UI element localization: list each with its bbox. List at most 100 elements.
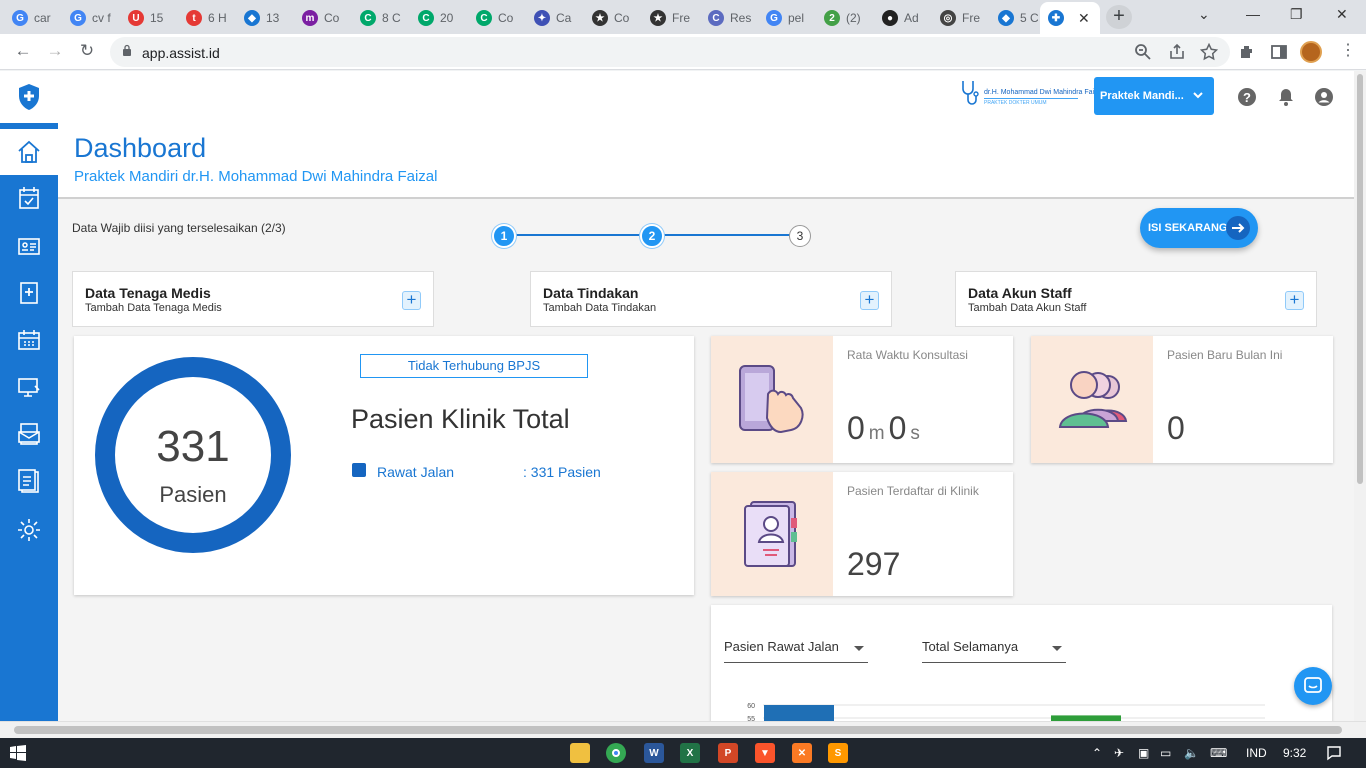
sidebar-item-medical-record[interactable]: [0, 270, 58, 316]
file-explorer-icon[interactable]: [570, 743, 590, 763]
gear-icon: [18, 519, 40, 541]
medical-record-icon: [20, 282, 38, 304]
chevron-down-icon: [1193, 92, 1203, 99]
bookmark-star-icon[interactable]: [1200, 43, 1218, 61]
task-card-staff-account: Data Akun Staff Tambah Data Akun Staff +: [955, 271, 1317, 327]
clinic-brand-name: dr.H. Mohammad Dwi Mahindra Faizal: [984, 89, 1104, 96]
patients-group-icon: [1058, 370, 1128, 428]
tab-search-icon[interactable]: ⌄: [1198, 6, 1210, 23]
powerpoint-icon[interactable]: P: [718, 743, 738, 763]
browser-tab[interactable]: t 6 H: [178, 4, 236, 32]
scrollbar-thumb[interactable]: [1357, 74, 1363, 484]
browser-tab[interactable]: C Co: [468, 4, 526, 32]
reload-button[interactable]: ↻: [76, 41, 98, 61]
sidebar-item-patients[interactable]: [0, 223, 58, 269]
add-procedure-button[interactable]: +: [860, 291, 879, 310]
sidebar-item-home[interactable]: [0, 129, 58, 175]
brave-icon[interactable]: ▼: [755, 743, 775, 763]
notifications-icon[interactable]: [1326, 745, 1342, 761]
address-bar[interactable]: app.assist.id: [110, 37, 1230, 67]
tab-favicon-icon: ★: [650, 10, 666, 26]
windows-start-icon[interactable]: [10, 745, 26, 761]
tab-favicon-icon: ◆: [998, 10, 1014, 26]
browser-tab[interactable]: 2 (2): [816, 4, 874, 32]
word-icon[interactable]: W: [644, 743, 664, 763]
app-logo[interactable]: [0, 71, 58, 123]
zoom-icon[interactable]: [1134, 43, 1152, 61]
sidebar-item-reports[interactable]: [0, 458, 58, 504]
browser-tab[interactable]: ◆ 5 C: [990, 4, 1038, 32]
browser-tab[interactable]: Gcar: [4, 4, 62, 32]
tab-label: 6 H: [208, 11, 227, 25]
volume-icon[interactable]: 🔈: [1184, 746, 1199, 760]
patient-type-select[interactable]: Pasien Rawat Jalan: [724, 639, 868, 663]
browser-tab[interactable]: ◆ 13: [236, 4, 294, 32]
tab-label: car: [34, 11, 51, 25]
practice-selector[interactable]: Praktek Mandi...: [1094, 77, 1214, 115]
tab-active[interactable]: ✚ ✕: [1040, 2, 1100, 34]
browser-tab[interactable]: C 8 C: [352, 4, 410, 32]
browser-tab[interactable]: m Co: [294, 4, 352, 32]
forward-button[interactable]: →: [44, 41, 66, 61]
browser-tab[interactable]: U 15: [120, 4, 178, 32]
clinic-brand-tagline: PRAKTEK DOKTER UMUM: [984, 100, 1047, 106]
network-icon[interactable]: ▭: [1160, 746, 1171, 760]
tab-label: Fre: [962, 11, 980, 25]
stat-image: [711, 472, 833, 596]
close-window-button[interactable]: ✕: [1336, 6, 1348, 23]
fill-now-button[interactable]: ISI SEKARANG: [1140, 208, 1258, 248]
tray-chevron-icon[interactable]: ⌃: [1092, 746, 1102, 760]
chrome-menu-icon[interactable]: ⋮: [1340, 40, 1356, 60]
page-title: Dashboard: [74, 133, 207, 163]
profile-avatar[interactable]: [1300, 41, 1322, 63]
browser-tab[interactable]: C Res: [700, 4, 758, 32]
add-medical-staff-button[interactable]: +: [402, 291, 421, 310]
airplane-mode-icon[interactable]: ✈: [1114, 746, 1124, 760]
browser-tab[interactable]: ★ Co: [584, 4, 642, 32]
account-icon[interactable]: [1314, 87, 1334, 107]
sidebar-item-monitor[interactable]: [0, 364, 58, 410]
browser-tab[interactable]: ◎ Fre: [932, 4, 990, 32]
horizontal-scrollbar[interactable]: [0, 721, 1366, 738]
extensions-icon[interactable]: [1238, 43, 1256, 61]
notification-bell-icon[interactable]: [1276, 87, 1296, 107]
side-panel-icon[interactable]: [1270, 43, 1288, 61]
tab-label: Co: [324, 11, 340, 25]
tab-label: cv f: [92, 11, 111, 25]
language-indicator[interactable]: IND: [1246, 746, 1267, 760]
close-tab-icon[interactable]: ✕: [1078, 10, 1090, 27]
sidebar-item-calendar[interactable]: [0, 175, 58, 221]
scrollbar-thumb[interactable]: [14, 726, 1342, 734]
new-tab-button[interactable]: +: [1106, 5, 1132, 29]
sublime-icon[interactable]: S: [828, 743, 848, 763]
tab-label: pel: [788, 11, 805, 25]
clock[interactable]: 9:32: [1283, 746, 1306, 760]
keyboard-icon[interactable]: ⌨: [1210, 746, 1227, 760]
brand-divider: [984, 98, 1078, 99]
add-staff-account-button[interactable]: +: [1285, 291, 1304, 310]
sidebar-item-settings[interactable]: [0, 507, 58, 553]
browser-tab[interactable]: ✦ Ca: [526, 4, 584, 32]
browser-tab[interactable]: ★ Fre: [642, 4, 700, 32]
back-button[interactable]: ←: [12, 41, 34, 61]
sidebar-item-schedule[interactable]: [0, 317, 58, 363]
xampp-icon[interactable]: ✕: [792, 743, 812, 763]
period-select[interactable]: Total Selamanya: [922, 639, 1066, 663]
browser-tab[interactable]: Gpel: [758, 4, 816, 32]
tab-favicon-icon: C: [708, 10, 724, 26]
chat-support-button[interactable]: [1294, 667, 1332, 705]
share-icon[interactable]: [1168, 43, 1186, 61]
bpjs-status-button[interactable]: Tidak Terhubung BPJS: [360, 354, 588, 378]
browser-tab[interactable]: C 20: [410, 4, 468, 32]
sidebar-item-messages[interactable]: [0, 411, 58, 457]
maximize-button[interactable]: ❐: [1290, 6, 1303, 23]
browser-tab[interactable]: Gcv f: [62, 4, 120, 32]
meet-icon[interactable]: ▣: [1138, 746, 1149, 760]
excel-icon[interactable]: X: [680, 743, 700, 763]
browser-tab[interactable]: ● Ad: [874, 4, 932, 32]
chart-bar[interactable]: [764, 705, 834, 721]
vertical-scrollbar[interactable]: [1354, 71, 1366, 721]
minimize-button[interactable]: —: [1246, 6, 1260, 22]
help-icon[interactable]: ?: [1237, 87, 1257, 107]
chrome-taskbar-icon[interactable]: [606, 743, 626, 763]
